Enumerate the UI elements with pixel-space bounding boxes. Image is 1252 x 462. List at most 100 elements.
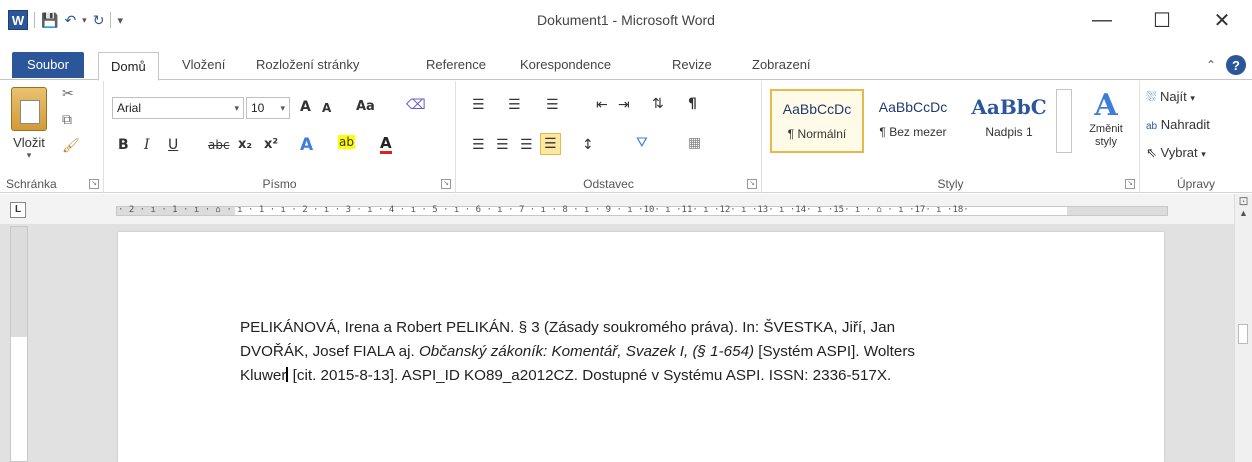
chevron-down-icon: ▾: [280, 103, 285, 113]
find-label: Najít: [1160, 89, 1187, 104]
paste-icon: [11, 87, 47, 131]
change-styles-button[interactable]: A Změnit styly: [1082, 89, 1130, 149]
clipboard-launcher-icon[interactable]: ↘: [89, 179, 99, 189]
style-no-spacing[interactable]: AaBbCcDc ¶ Bez mezer: [866, 89, 960, 153]
editing-group: ⛆ Najít ▾ ab Nahradit ⇖ Vybrat ▾ Úpravy: [1140, 81, 1252, 193]
ribbon-tabs: Soubor Domů Vložení Rozložení stránky Re…: [0, 50, 1252, 81]
underline-button[interactable]: U: [168, 137, 178, 153]
tab-selector[interactable]: L: [10, 202, 26, 218]
pointer-icon: ⇖: [1146, 145, 1157, 160]
align-right-icon[interactable]: ☰: [520, 137, 533, 153]
change-case-icon[interactable]: Aa: [356, 99, 375, 114]
tab-layout[interactable]: Rozložení stránky: [256, 50, 359, 80]
tab-view[interactable]: Zobrazení: [752, 50, 811, 80]
text-effects-icon[interactable]: A: [300, 135, 313, 155]
select-button[interactable]: ⇖ Vybrat ▾: [1146, 145, 1206, 161]
style-preview: AaBbCcDc: [878, 99, 948, 115]
scroll-up-icon[interactable]: ▲: [1235, 208, 1252, 218]
italic-button[interactable]: I: [144, 137, 150, 153]
style-heading-1[interactable]: AaBbC Nadpis 1: [962, 89, 1056, 153]
ruler-right-margin: [1067, 207, 1167, 215]
format-painter-icon[interactable]: 🖌: [62, 137, 80, 154]
decrease-indent-icon[interactable]: ⇤: [596, 97, 608, 113]
citation-line-1: PELIKÁNOVÁ, Irena a Robert PELIKÁN. § 3 …: [240, 319, 896, 336]
tab-file[interactable]: Soubor: [12, 52, 84, 78]
paste-button[interactable]: Vložit ▾: [6, 87, 52, 161]
font-size-select[interactable]: 10 ▾: [246, 97, 290, 119]
tab-mailings[interactable]: Korespondence: [520, 50, 611, 80]
superscript-button[interactable]: x²: [264, 137, 278, 152]
replace-button[interactable]: ab Nahradit: [1146, 117, 1210, 132]
minimize-button[interactable]: —: [1072, 0, 1132, 40]
style-name: ¶ Bez mezer: [879, 125, 947, 139]
style-normal[interactable]: AaBbCcDc ¶ Normální: [770, 89, 864, 153]
numbering-icon[interactable]: ☰: [508, 97, 521, 113]
select-label: Vybrat: [1160, 145, 1198, 160]
font-name-select[interactable]: Arial ▾: [112, 97, 244, 119]
paragraph-label: Odstavec: [583, 177, 634, 191]
strikethrough-button[interactable]: abc: [208, 138, 230, 152]
vertical-scrollbar[interactable]: ⊡ ▲: [1234, 194, 1252, 462]
tab-insert[interactable]: Vložení: [182, 50, 225, 80]
document-body[interactable]: PELIKÁNOVÁ, Irena a Robert PELIKÁN. § 3 …: [240, 316, 1030, 388]
document-page[interactable]: PELIKÁNOVÁ, Irena a Robert PELIKÁN. § 3 …: [118, 232, 1164, 462]
styles-scroll[interactable]: [1056, 89, 1072, 153]
subscript-button[interactable]: x₂: [238, 137, 252, 152]
citation-line-2b: [Systém ASPI]. Wolters: [754, 343, 915, 360]
shrink-font-icon[interactable]: A: [322, 101, 331, 115]
line-spacing-icon[interactable]: ↕: [582, 137, 594, 153]
replace-icon: ab: [1146, 121, 1158, 132]
maximize-button[interactable]: ☐: [1132, 0, 1192, 40]
binoculars-icon: ⛆: [1146, 89, 1157, 104]
change-styles-label: Změnit styly: [1089, 123, 1123, 148]
chevron-down-icon: ▾: [1201, 149, 1206, 159]
scroll-thumb[interactable]: [1238, 324, 1248, 344]
ruler-toggle-icon[interactable]: ⊡: [1235, 194, 1252, 208]
close-button[interactable]: ✕: [1192, 0, 1252, 40]
font-color-button[interactable]: A: [380, 135, 392, 154]
cut-icon[interactable]: ✂: [62, 85, 74, 102]
align-center-icon[interactable]: ☰: [496, 137, 509, 153]
ruler-row: L · 2 · ı · 1 · ı · ⌂ · ı · 1 · ı · 2 · …: [0, 194, 1252, 224]
collapse-ribbon-icon[interactable]: ⌃: [1206, 58, 1216, 72]
citation-title: Občanský zákoník: Komentář, Svazek I, (§…: [418, 343, 755, 360]
chevron-down-icon: ▾: [234, 103, 239, 113]
help-button[interactable]: ?: [1226, 55, 1246, 75]
styles-group: AaBbCcDc ¶ Normální AaBbCcDc ¶ Bez mezer…: [762, 81, 1140, 193]
editing-label: Úpravy: [1176, 177, 1215, 191]
increase-indent-icon[interactable]: ⇥: [618, 97, 630, 113]
styles-label: Styly: [937, 177, 964, 191]
vruler-top-margin: [11, 227, 27, 337]
align-left-icon[interactable]: ☰: [472, 137, 485, 153]
styles-launcher-icon[interactable]: ↘: [1125, 179, 1135, 189]
borders-icon[interactable]: ▦: [688, 135, 701, 151]
highlight-button[interactable]: ab: [338, 135, 355, 149]
paragraph-launcher-icon[interactable]: ↘: [747, 179, 757, 189]
copy-icon[interactable]: ⧉: [62, 111, 72, 128]
ribbon: Vložit ▾ ✂ ⧉ 🖌 Schránka ↘ Arial ▾ 10 ▾ A…: [0, 81, 1252, 193]
justify-icon[interactable]: ☰: [540, 133, 561, 155]
bold-button[interactable]: B: [118, 137, 129, 153]
show-formatting-icon[interactable]: ¶: [688, 96, 697, 112]
tab-home[interactable]: Domů: [98, 52, 159, 81]
clear-formatting-icon[interactable]: ⌫: [406, 97, 426, 113]
multilevel-list-icon[interactable]: ☰: [546, 97, 559, 113]
chevron-down-icon: ▾: [1190, 93, 1195, 103]
font-name-value: Arial: [117, 101, 142, 115]
tab-review[interactable]: Revize: [672, 50, 712, 80]
font-launcher-icon[interactable]: ↘: [441, 179, 451, 189]
bullets-icon[interactable]: ☰: [472, 97, 485, 113]
clipboard-label: Schránka: [6, 177, 57, 191]
paste-label: Vložit: [13, 135, 45, 150]
style-preview: AaBbCcDc: [782, 101, 852, 117]
citation-line-3a: Kluwer: [240, 367, 287, 384]
sort-icon[interactable]: ⇅: [652, 96, 664, 112]
font-group: Arial ▾ 10 ▾ A A Aa ⌫ B I U abc x₂ x² A …: [104, 81, 456, 193]
paste-dropdown-icon[interactable]: ▾: [6, 150, 52, 161]
vertical-ruler: [10, 226, 28, 462]
find-button[interactable]: ⛆ Najít ▾: [1146, 89, 1195, 105]
paragraph-group: ☰ ☰ ☰ ⇤ ⇥ ⇅ ¶ ☰ ☰ ☰ ☰ ↕ ⛛ ▦ Odstavec ↘: [456, 81, 762, 193]
shading-icon[interactable]: ⛛: [636, 135, 648, 151]
grow-font-icon[interactable]: A: [300, 99, 311, 115]
tab-references[interactable]: Reference: [426, 50, 486, 80]
